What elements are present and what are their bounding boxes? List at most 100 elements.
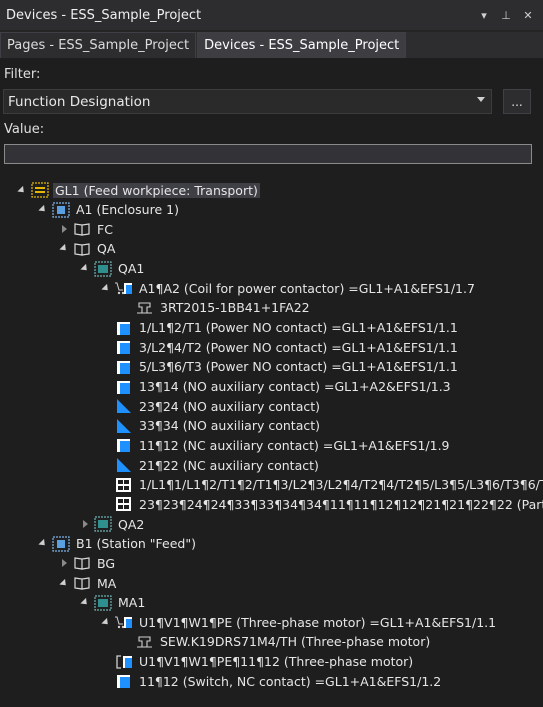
tree-node[interactable]: BG <box>59 553 117 573</box>
value-label: Value: <box>4 122 45 137</box>
tree-node[interactable]: 1/L1¶1/L1¶2/T1¶2/T1¶3/L2¶3/L2¶4/T2¶4/T2¶… <box>101 475 543 495</box>
dropdown-icon[interactable]: ▾ <box>475 6 493 24</box>
tree-node[interactable]: FC <box>59 219 115 239</box>
tree-node[interactable]: U1¶V1¶W1¶PE (Three-phase motor) =GL1+A1&… <box>101 612 498 632</box>
tree-node-label: 21¶22 (NC auxiliary contact) <box>139 457 319 473</box>
tab-strip: Pages - ESS_Sample_Project Devices - ESS… <box>0 32 543 58</box>
tree-node-label: GL1 (Feed workpiece: Transport) <box>53 182 260 198</box>
tree-node[interactable]: A1¶A2 (Coil for power contactor) =GL1+A1… <box>101 278 477 298</box>
expanded-arrow-icon[interactable] <box>38 539 48 549</box>
device-icon <box>115 339 133 355</box>
tab-pages[interactable]: Pages - ESS_Sample_Project <box>0 32 197 58</box>
tree-node[interactable]: 3RT2015-1BB41+1FA22 <box>122 298 312 318</box>
collapsed-arrow-icon[interactable] <box>59 558 69 568</box>
close-icon[interactable]: ✕ <box>519 6 537 24</box>
tab-label: Pages - ESS_Sample_Project <box>7 38 190 53</box>
expanded-arrow-icon[interactable] <box>17 185 27 195</box>
filter-select[interactable]: Function Designation <box>3 89 492 114</box>
tree-node[interactable]: MA1 <box>80 593 147 613</box>
pin-icon[interactable]: ⊥ <box>497 6 515 24</box>
expanded-arrow-icon[interactable] <box>101 617 111 627</box>
value-input[interactable] <box>4 144 532 164</box>
device-cart-icon <box>115 280 133 296</box>
tree-node-label: A1 (Enclosure 1) <box>76 202 179 218</box>
tree-node[interactable]: 33¶34 (NO auxiliary contact) <box>101 416 322 436</box>
tree-node[interactable]: MA <box>59 573 118 593</box>
structure-teal-icon <box>94 260 112 277</box>
tree-node[interactable]: QA2 <box>80 514 146 534</box>
filter-selected-value: Function Designation <box>8 93 151 110</box>
tree-node-label: B1 (Station "Feed") <box>76 536 196 552</box>
tree-node-label: MA <box>97 575 117 591</box>
panel-titlebar: Devices - ESS_Sample_Project ▾ ⊥ ✕ <box>0 0 543 30</box>
tree-node[interactable]: A1 (Enclosure 1) <box>38 200 181 220</box>
tree-node[interactable]: 11¶12 (Switch, NC contact) =GL1+A1&EFS1/… <box>101 671 443 691</box>
tree-node[interactable]: U1¶V1¶W1¶PE¶11¶12 (Three-phase motor) <box>101 652 415 672</box>
tree-node[interactable]: 23¶23¶24¶24¶33¶33¶34¶34¶11¶11¶12¶12¶21¶2… <box>101 494 543 514</box>
collapsed-arrow-icon[interactable] <box>59 224 69 234</box>
tree-node-label: 1/L1¶1/L1¶2/T1¶2/T1¶3/L2¶3/L2¶4/T2¶4/T2¶… <box>139 477 543 493</box>
triangle-icon <box>115 398 133 414</box>
tree-node[interactable]: 11¶12 (NC auxiliary contact) =GL1+A1&EFS… <box>101 435 452 455</box>
device-icon <box>115 437 133 453</box>
tab-label: Devices - ESS_Sample_Project <box>204 38 400 53</box>
tree-node[interactable]: 1/L1¶2/T1 (Power NO contact) =GL1+A1&EFS… <box>101 318 460 338</box>
book-icon <box>73 575 91 591</box>
tree-node-label: 11¶12 (NC auxiliary contact) =GL1+A1&EFS… <box>139 437 450 453</box>
structure-yellow-icon <box>31 182 49 198</box>
expanded-arrow-icon[interactable] <box>101 283 111 293</box>
tree-node-label: 11¶12 (Switch, NC contact) =GL1+A1&EFS1/… <box>139 673 442 689</box>
expanded-arrow-icon[interactable] <box>38 205 48 215</box>
placement-icon <box>115 477 133 493</box>
expanded-arrow-icon[interactable] <box>80 598 90 608</box>
tree-node-label: MA1 <box>118 595 146 611</box>
tree-node[interactable]: B1 (Station "Feed") <box>38 534 198 554</box>
chevron-down-icon <box>477 97 485 102</box>
tree-node[interactable]: 23¶24 (NO auxiliary contact) <box>101 396 322 416</box>
tree-node[interactable]: SEW.K19DRS71M4/TH (Three-phase motor) <box>122 632 432 652</box>
tree-node[interactable]: 13¶14 (NO auxiliary contact) =GL1+A2&EFS… <box>101 377 453 397</box>
tree-node-label: A1¶A2 (Coil for power contactor) =GL1+A1… <box>139 280 475 296</box>
book-icon <box>73 241 91 257</box>
tree-node[interactable]: QA1 <box>80 259 146 279</box>
book-icon <box>73 221 91 237</box>
device-icon <box>115 359 133 375</box>
tree-node-label: 3/L2¶4/T2 (Power NO contact) =GL1+A1&EFS… <box>139 339 458 355</box>
tree-node-label: 1/L1¶2/T1 (Power NO contact) =GL1+A1&EFS… <box>139 320 458 336</box>
tree-node-label: BG <box>97 555 116 571</box>
expanded-arrow-icon[interactable] <box>80 263 90 274</box>
tree-node-label: 3RT2015-1BB41+1FA22 <box>160 300 310 316</box>
tree-node-label: FC <box>97 221 113 237</box>
filter-more-button[interactable]: ... <box>503 89 531 114</box>
device-cart-icon <box>115 614 133 630</box>
tree-node[interactable]: 3/L2¶4/T2 (Power NO contact) =GL1+A1&EFS… <box>101 337 460 357</box>
tree-node[interactable]: GL1 (Feed workpiece: Transport) <box>17 180 260 200</box>
expanded-arrow-icon[interactable] <box>59 578 69 588</box>
tree-node-label: U1¶V1¶W1¶PE¶11¶12 (Three-phase motor) <box>139 654 414 670</box>
tree-node-label: U1¶V1¶W1¶PE (Three-phase motor) =GL1+A1&… <box>139 614 497 630</box>
part-icon <box>136 634 154 650</box>
triangle-icon <box>115 418 133 434</box>
tab-devices[interactable]: Devices - ESS_Sample_Project <box>197 32 407 58</box>
expanded-arrow-icon[interactable] <box>59 244 69 254</box>
tree-node[interactable]: QA <box>59 239 117 259</box>
structure-blue-icon <box>52 202 70 218</box>
tree-node[interactable]: 21¶22 (NC auxiliary contact) <box>101 455 321 475</box>
tree-node-label: 23¶24 (NO auxiliary contact) <box>139 398 320 414</box>
device-icon <box>115 379 133 395</box>
tree-node[interactable]: 5/L3¶6/T3 (Power NO contact) =GL1+A1&EFS… <box>101 357 460 377</box>
tree-node-label: QA1 <box>118 261 145 277</box>
tree-node-label: 13¶14 (NO auxiliary contact) =GL1+A2&EFS… <box>139 379 451 394</box>
collapsed-arrow-icon[interactable] <box>80 519 90 529</box>
tree-node-label: QA <box>97 241 116 257</box>
title-controls: ▾ ⊥ ✕ <box>475 6 537 24</box>
book-icon <box>73 555 91 571</box>
